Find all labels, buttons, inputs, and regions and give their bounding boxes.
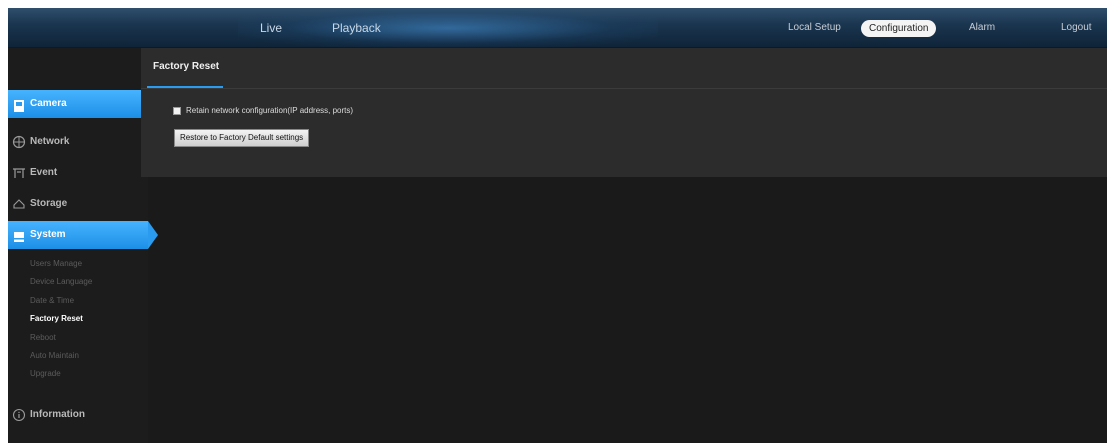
sidebar-item-camera[interactable]: Camera [8,90,158,118]
sidebar: Camera Network Event Storage System User… [8,48,158,443]
app-frame: Live Playback Local Setup Configuration … [8,8,1107,443]
retain-network-label: Retain network configuration(IP address,… [186,106,354,115]
page-title: Factory Reset [153,61,220,72]
sidebar-item-label: Network [30,136,70,147]
title-divider [141,88,1107,89]
submenu-auto-maintain[interactable]: Auto Maintain [30,347,79,365]
sidebar-item-label: Information [30,409,85,420]
sidebar-item-network[interactable]: Network [8,130,148,154]
sidebar-item-information[interactable]: Information [8,403,148,427]
factory-reset-panel: Factory Reset Retain network configurati… [141,48,1107,177]
sidebar-item-label: System [30,229,66,240]
sidebar-item-label: Storage [30,198,68,209]
sidebar-item-label: Event [30,167,58,178]
sidebar-item-system[interactable]: System [8,221,158,249]
nav-alarm[interactable]: Alarm [969,8,995,48]
nav-live[interactable]: Live [260,8,282,48]
storage-icon [12,197,26,211]
submenu-upgrade[interactable]: Upgrade [30,365,61,383]
top-bar-highlight [238,8,658,48]
submenu-date-time[interactable]: Date & Time [30,292,74,310]
nav-playback[interactable]: Playback [332,8,381,48]
submenu-users-manage[interactable]: Users Manage [30,255,82,273]
submenu-reboot[interactable]: Reboot [30,329,56,347]
network-icon [12,135,26,149]
event-icon [12,166,26,180]
top-navigation-bar: Live Playback Local Setup Configuration … [8,8,1107,48]
sidebar-item-event[interactable]: Event [8,161,148,185]
nav-configuration[interactable]: Configuration [861,20,937,37]
nav-local-setup[interactable]: Local Setup [788,8,841,48]
sidebar-item-storage[interactable]: Storage [8,192,148,216]
camera-icon [12,97,26,112]
nav-logout[interactable]: Logout [1061,8,1092,48]
submenu-device-language[interactable]: Device Language [30,273,92,291]
restore-factory-default-button[interactable]: Restore to Factory Default settings [174,129,310,147]
sidebar-item-label: Camera [30,98,67,109]
submenu-factory-reset[interactable]: Factory Reset [30,310,83,328]
retain-network-checkbox[interactable] [173,107,181,115]
info-icon [12,408,26,422]
system-icon [12,228,26,242]
